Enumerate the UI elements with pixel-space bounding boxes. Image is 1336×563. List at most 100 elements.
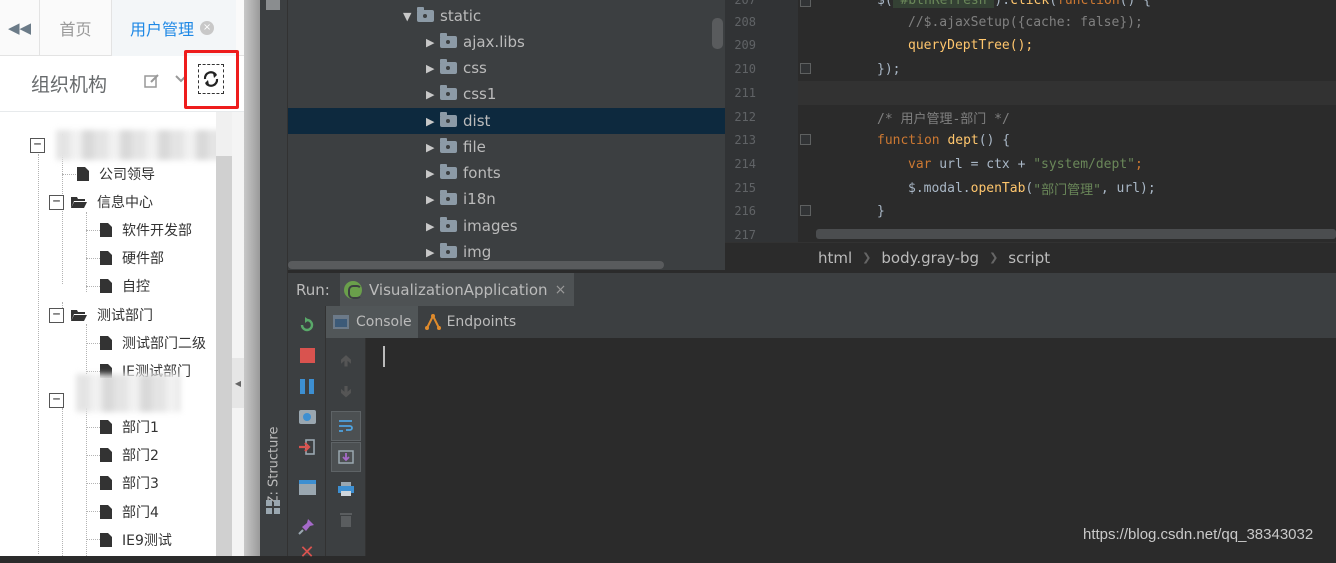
breadcrumb-item[interactable]: body.gray-bg	[881, 249, 979, 267]
run-subtabs: Console Endpoints	[326, 306, 1336, 338]
tree-folder[interactable]: − 信息中心	[49, 191, 153, 213]
file-icon	[100, 420, 112, 434]
refresh-button[interactable]	[198, 64, 224, 94]
tab-console[interactable]: Console	[326, 306, 418, 338]
fold-marker-icon[interactable]	[800, 205, 811, 216]
trash-icon	[340, 512, 352, 527]
line-number: 214	[734, 157, 756, 171]
exit-button[interactable]	[297, 437, 317, 457]
folder-icon	[440, 85, 457, 100]
run-toolbar: Run: VisualizationApplication ×	[288, 272, 1336, 307]
collapse-toggle-icon[interactable]: −	[49, 392, 64, 408]
collapsed-arrow-icon: ▶	[426, 61, 435, 75]
project-node[interactable]: ▶ file	[426, 134, 486, 160]
tab-endpoints[interactable]: Endpoints	[418, 306, 523, 338]
soft-wrap-button[interactable]	[331, 411, 361, 441]
rerun-button[interactable]	[297, 315, 317, 335]
project-node[interactable]: ▶ fonts	[426, 160, 501, 186]
pin-icon	[298, 519, 314, 535]
fold-marker-icon[interactable]	[800, 134, 811, 145]
tabs-back-button[interactable]: ◀◀	[0, 0, 40, 56]
line-number: 208	[734, 15, 756, 29]
run-config-tab[interactable]: VisualizationApplication ×	[340, 272, 575, 307]
console-output[interactable]	[366, 338, 1336, 556]
line-number: 210	[734, 62, 756, 76]
breadcrumb-item[interactable]: script	[1008, 249, 1050, 267]
tree-item-label: 部门2	[122, 448, 159, 464]
pause-button[interactable]	[297, 376, 317, 396]
project-node-static[interactable]: ▼ static	[403, 3, 481, 29]
collapse-panel-button[interactable]: ◀	[232, 358, 244, 408]
project-horizontal-scrollbar[interactable]	[288, 261, 664, 269]
close-icon[interactable]: ×	[555, 282, 567, 298]
tree-item[interactable]: 部门4	[99, 501, 159, 523]
collapsed-arrow-icon: ▶	[426, 219, 435, 233]
panel-title: 组织机构	[31, 74, 108, 96]
tree-item[interactable]: 公司领导	[76, 163, 155, 185]
tree-scrollbar-thumb[interactable]	[216, 156, 232, 556]
project-node[interactable]: ▶ i18n	[426, 186, 496, 212]
line-number: 216	[734, 204, 756, 218]
layout-button[interactable]	[297, 477, 317, 497]
tree-root-1[interactable]: −	[30, 134, 51, 156]
window-edge	[244, 0, 260, 556]
camera-icon	[298, 410, 316, 424]
project-node-label: i18n	[463, 190, 496, 208]
tree-item[interactable]: 部门3	[99, 472, 159, 494]
tree-root-2[interactable]: −	[49, 389, 70, 411]
stop-button[interactable]	[297, 345, 317, 365]
project-node[interactable]: ▶ css	[426, 55, 487, 81]
file-icon	[100, 336, 112, 350]
tree-item[interactable]: 部门2	[99, 444, 159, 466]
collapse-toggle-icon[interactable]: −	[30, 137, 45, 153]
project-node[interactable]: ▶ ajax.libs	[426, 29, 525, 55]
tree-item[interactable]: IE9测试	[99, 529, 172, 551]
code-line-209: queryDeptTree();	[908, 37, 1034, 53]
print-button[interactable]	[331, 474, 361, 504]
scroll-to-end-button[interactable]	[331, 442, 361, 472]
redacted-root-label	[56, 130, 226, 160]
structure-icon[interactable]	[266, 500, 280, 514]
structure-label: Z: Structure	[266, 426, 282, 504]
tree-item-label: 测试部门二级	[122, 336, 206, 352]
tree-item[interactable]: 部门1	[99, 416, 159, 438]
editor-horizontal-scrollbar[interactable]	[816, 229, 1336, 239]
project-node-label: dist	[463, 112, 491, 130]
project-node[interactable]: ▶ images	[426, 213, 518, 239]
edit-icon[interactable]	[144, 73, 160, 93]
dump-threads-button[interactable]	[297, 407, 317, 427]
file-icon	[100, 448, 112, 462]
folder-open-icon	[71, 310, 87, 321]
selected-row-highlight	[288, 108, 725, 134]
tree-item-label: 测试部门	[97, 308, 153, 324]
clear-all-button[interactable]	[331, 504, 361, 534]
arrow-down-icon: 🢃	[340, 381, 352, 401]
tree-folder[interactable]: − 测试部门	[49, 304, 153, 326]
line-number: 215	[734, 181, 756, 195]
project-vertical-scrollbar[interactable]	[712, 18, 723, 49]
project-node-selected[interactable]: ▶ dist	[426, 108, 490, 134]
collapse-toggle-icon[interactable]: −	[49, 194, 64, 210]
scroll-up-button[interactable]: 🢁	[331, 348, 361, 378]
tree-item[interactable]: 硬件部	[99, 247, 164, 269]
tab-user-management-label: 用户管理	[130, 20, 195, 39]
scroll-down-button[interactable]: 🢃	[331, 379, 361, 409]
tree-item[interactable]: 自控	[99, 275, 150, 297]
collapsed-arrow-icon: ▶	[426, 87, 435, 101]
tab-home[interactable]: 首页	[40, 0, 112, 56]
collapse-toggle-icon[interactable]: −	[49, 307, 64, 323]
tab-user-management[interactable]: 用户管理 ×	[112, 0, 236, 56]
breadcrumb-item[interactable]: html	[818, 249, 852, 267]
fold-marker-icon[interactable]	[800, 0, 811, 7]
pin-button[interactable]	[297, 516, 317, 536]
close-tab-icon[interactable]: ×	[200, 21, 215, 35]
tree-item[interactable]: 测试部门二级	[99, 332, 206, 354]
tree-item-label: IE9测试	[122, 533, 172, 549]
close-run-button[interactable]: ✕	[297, 542, 317, 563]
redacted-root-label	[76, 374, 180, 412]
fold-marker-icon[interactable]	[800, 63, 811, 74]
project-node[interactable]: ▶ css1	[426, 81, 496, 107]
line-number: 213	[734, 133, 756, 147]
project-tool-icon[interactable]	[266, 0, 280, 10]
tree-item[interactable]: 软件开发部	[99, 219, 192, 241]
